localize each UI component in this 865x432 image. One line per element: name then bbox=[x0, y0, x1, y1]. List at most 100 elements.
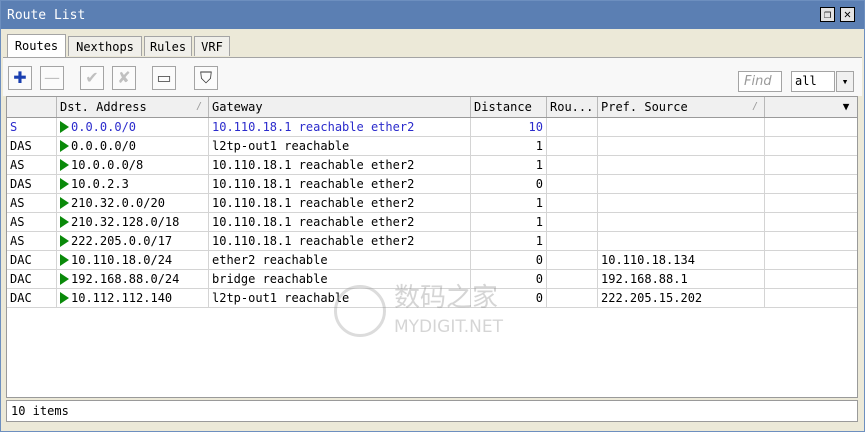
status-bar: 10 items bbox=[6, 400, 858, 422]
tab-bar: Routes Nexthops Rules VRF bbox=[1, 31, 864, 58]
cell-gateway: 10.110.18.1 reachable ether2 bbox=[209, 232, 471, 250]
cell-extra bbox=[765, 194, 857, 212]
cell-dst-address: 10.0.0.0/8 bbox=[57, 156, 209, 174]
cell-flags: DAC bbox=[7, 289, 57, 307]
window-title: Route List bbox=[7, 8, 86, 23]
title-bar[interactable]: Route List ❐ ✕ bbox=[1, 1, 864, 29]
cell-dst-address: 210.32.0.0/20 bbox=[57, 194, 209, 212]
cell-routing-mark bbox=[547, 251, 598, 269]
column-menu-icon[interactable]: ▼ bbox=[836, 97, 856, 117]
comment-icon[interactable]: ▭ bbox=[152, 66, 176, 90]
filter-select-arrow-icon[interactable]: ▾ bbox=[836, 71, 854, 92]
table-row[interactable]: AS 210.32.0.0/20 10.110.18.1 reachable eth… bbox=[7, 194, 857, 213]
cell-pref-source: 222.205.15.202 bbox=[598, 289, 765, 307]
cell-pref-source bbox=[598, 194, 765, 212]
cell-extra bbox=[765, 175, 857, 193]
cell-routing-mark bbox=[547, 118, 598, 136]
find-input[interactable]: Find bbox=[738, 71, 782, 92]
maximize-button[interactable]: ❐ bbox=[820, 7, 835, 22]
cell-routing-mark bbox=[547, 213, 598, 231]
route-active-flag-icon bbox=[60, 253, 69, 266]
cell-gateway: l2tp-out1 reachable bbox=[209, 137, 471, 155]
cell-flags: DAC bbox=[7, 251, 57, 269]
dst-address-text: 0.0.0.0/0 bbox=[71, 120, 137, 134]
cell-distance: 0 bbox=[471, 251, 547, 269]
remove-icon[interactable]: — bbox=[40, 66, 64, 90]
table-row[interactable]: DAS 10.0.2.3 10.110.18.1 reachable ether2 0 bbox=[7, 175, 857, 194]
cell-gateway: ether2 reachable bbox=[209, 251, 471, 269]
route-active-flag-icon bbox=[60, 120, 69, 133]
cell-dst-address: 0.0.0.0/0 bbox=[57, 137, 209, 155]
route-active-flag-icon bbox=[60, 272, 69, 285]
cell-dst-address: 10.0.2.3 bbox=[57, 175, 209, 193]
cell-pref-source bbox=[598, 118, 765, 136]
cell-distance: 1 bbox=[471, 156, 547, 174]
cell-flags: DAC bbox=[7, 270, 57, 288]
cell-pref-source bbox=[598, 156, 765, 174]
watermark-cn-text: 数码之家 bbox=[394, 283, 499, 313]
cell-dst-address: 192.168.88.0/24 bbox=[57, 270, 209, 288]
table-row[interactable]: DAS 0.0.0.0/0 l2tp-out1 reachable 1 bbox=[7, 137, 857, 156]
cell-distance: 1 bbox=[471, 194, 547, 212]
column-header-dst-address[interactable]: Dst. Address / bbox=[57, 97, 209, 117]
watermark-en-text: MYDIGIT.NET bbox=[394, 317, 503, 337]
cell-distance: 1 bbox=[471, 213, 547, 231]
cell-extra bbox=[765, 289, 857, 307]
add-icon[interactable]: ✚ bbox=[8, 66, 32, 90]
cell-extra bbox=[765, 270, 857, 288]
cell-distance: 10 bbox=[471, 118, 547, 136]
close-button[interactable]: ✕ bbox=[840, 7, 855, 22]
table-row[interactable]: AS 10.0.0.0/8 10.110.18.1 reachable ether2… bbox=[7, 156, 857, 175]
table-row[interactable]: DAC 10.110.18.0/24 ether2 reachable 0 10.110… bbox=[7, 251, 857, 270]
cell-routing-mark bbox=[547, 232, 598, 250]
column-header-distance[interactable]: Distance bbox=[471, 97, 547, 117]
filter-icon[interactable]: ⛉ bbox=[194, 66, 218, 90]
enable-icon[interactable]: ✔ bbox=[80, 66, 104, 90]
tab-routes[interactable]: Routes bbox=[7, 34, 66, 58]
route-active-flag-icon bbox=[60, 234, 69, 247]
tab-rules[interactable]: Rules bbox=[144, 36, 192, 56]
cell-dst-address: 10.112.112.140 bbox=[57, 289, 209, 307]
cell-routing-mark bbox=[547, 156, 598, 174]
column-header-gateway[interactable]: Gateway bbox=[209, 97, 471, 117]
cell-routing-mark bbox=[547, 137, 598, 155]
cell-extra bbox=[765, 232, 857, 250]
dst-address-text: 210.32.128.0/18 bbox=[71, 215, 180, 229]
cell-dst-address: 210.32.128.0/18 bbox=[57, 213, 209, 231]
table-header: Dst. Address / Gateway Distance Rou... Pr… bbox=[7, 97, 857, 118]
cell-extra bbox=[765, 251, 857, 269]
cell-flags: DAS bbox=[7, 175, 57, 193]
cell-routing-mark bbox=[547, 194, 598, 212]
dst-address-text: 192.168.88.0/24 bbox=[71, 272, 180, 286]
table-row[interactable]: AS 210.32.128.0/18 10.110.18.1 reachable e… bbox=[7, 213, 857, 232]
route-active-flag-icon bbox=[60, 177, 69, 190]
column-header-flags[interactable] bbox=[7, 97, 57, 117]
tab-nexthops[interactable]: Nexthops bbox=[68, 36, 142, 56]
dst-address-text: 10.0.0.0/8 bbox=[71, 158, 144, 172]
cell-pref-source bbox=[598, 137, 765, 155]
cell-flags: AS bbox=[7, 156, 57, 174]
filter-select[interactable]: all bbox=[791, 71, 835, 92]
cell-pref-source: 192.168.88.1 bbox=[598, 270, 765, 288]
cell-dst-address: 10.110.18.0/24 bbox=[57, 251, 209, 269]
cell-pref-source: 10.110.18.134 bbox=[598, 251, 765, 269]
table-row[interactable]: AS 222.205.0.0/17 10.110.18.1 reachable et… bbox=[7, 232, 857, 251]
dst-address-text: 10.110.18.0/24 bbox=[71, 253, 173, 267]
cell-gateway: 10.110.18.1 reachable ether2 bbox=[209, 156, 471, 174]
cell-flags: DAS bbox=[7, 137, 57, 155]
cell-flags: S bbox=[7, 118, 57, 136]
toolbar: ✚ — ✔ ✘ ▭ ⛉ Find all ▾ bbox=[3, 57, 862, 96]
cell-distance: 0 bbox=[471, 175, 547, 193]
cell-routing-mark bbox=[547, 289, 598, 307]
cell-extra bbox=[765, 156, 857, 174]
cell-flags: AS bbox=[7, 232, 57, 250]
column-header-routing-mark[interactable]: Rou... bbox=[547, 97, 598, 117]
route-active-flag-icon bbox=[60, 158, 69, 171]
cell-distance: 1 bbox=[471, 137, 547, 155]
cell-gateway: 10.110.18.1 reachable ether2 bbox=[209, 118, 471, 136]
disable-icon[interactable]: ✘ bbox=[112, 66, 136, 90]
tab-vrf[interactable]: VRF bbox=[194, 36, 230, 56]
column-header-pref-source[interactable]: Pref. Source / bbox=[598, 97, 765, 117]
table-row[interactable]: S 0.0.0.0/0 10.110.18.1 reachable ether2 10 bbox=[7, 118, 857, 137]
cell-pref-source bbox=[598, 175, 765, 193]
